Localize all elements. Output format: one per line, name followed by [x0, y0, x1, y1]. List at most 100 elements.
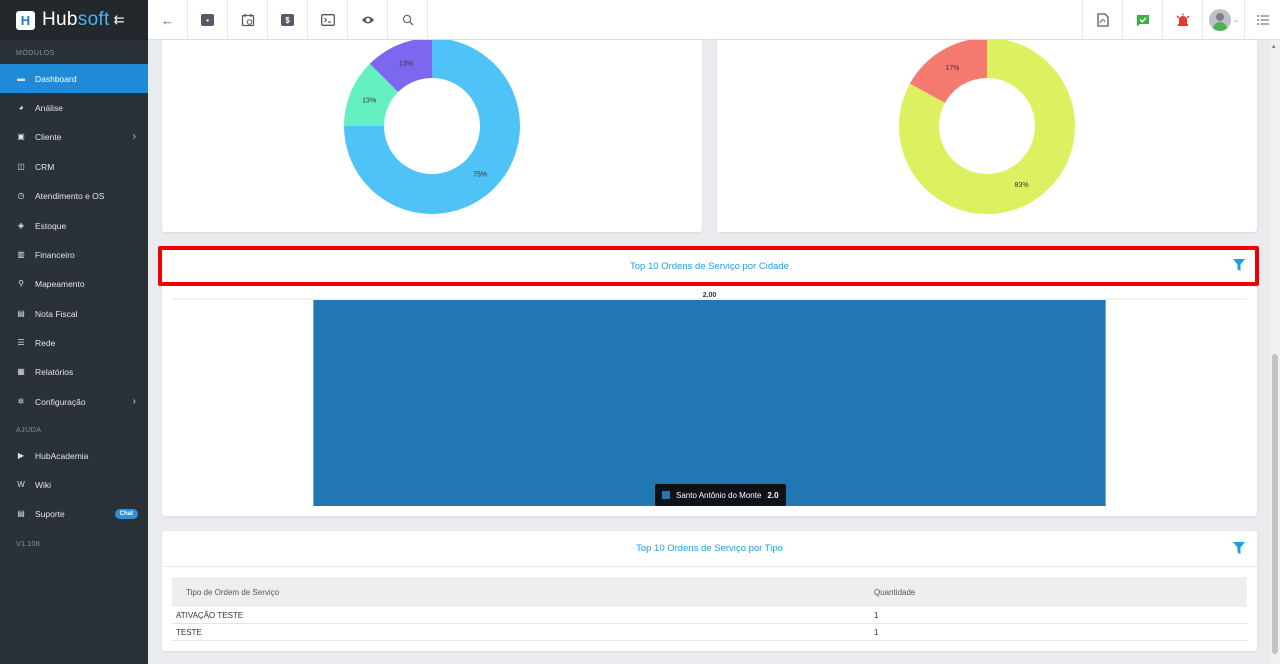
scroll-up-icon[interactable]: ▴	[1272, 42, 1276, 50]
pdf-icon	[1096, 13, 1109, 27]
sidebar-item-nota-fiscal[interactable]: ▤ Nota Fiscal	[0, 299, 148, 328]
chevron-right-icon: ›	[132, 396, 136, 407]
sidebar-item-relatorios[interactable]: ▦ Relatórios	[0, 357, 148, 386]
card-divider	[162, 566, 1257, 567]
back-arrow-icon: ←	[161, 12, 174, 28]
menu-list-button[interactable]	[1244, 0, 1280, 40]
chat-badge[interactable]: Chat	[114, 508, 138, 519]
search-button[interactable]	[388, 0, 428, 40]
money-icon: ▥	[17, 250, 25, 259]
sidebar-item-crm[interactable]: ◫ CRM	[0, 152, 148, 181]
city-bar-chart: 2.00	[172, 292, 1247, 506]
donut-left-slice-label-1: 13%	[362, 97, 376, 104]
eye-icon	[361, 16, 374, 24]
page-scrollbar[interactable]: ▴	[1270, 40, 1280, 664]
user-avatar	[1208, 9, 1231, 31]
alarm-icon	[1176, 13, 1189, 26]
donut-chart-right: 83% 17%	[899, 38, 1075, 215]
calendar-icon	[241, 14, 254, 27]
contacts-button[interactable]: ▪	[188, 0, 228, 40]
terminal-button[interactable]	[308, 0, 348, 40]
view-button[interactable]	[348, 0, 388, 40]
donut-left-slice-label-0: 75%	[473, 172, 487, 179]
city-chart-card: Top 10 Ordens de Serviço por Cidade 2.00…	[162, 250, 1257, 516]
youtube-icon: ▶	[17, 451, 25, 460]
cell-tipo: ATIVAÇÃO TESTE	[176, 610, 244, 620]
tooltip-value: 2.0	[767, 490, 779, 500]
wiki-icon: W	[17, 480, 25, 489]
donut-right-slice-label-0: 83%	[1015, 182, 1029, 189]
scrollbar-thumb[interactable]	[1272, 354, 1278, 654]
table-row: TESTE 1	[172, 624, 1247, 641]
sidebar: H Hubsoft ⇇ MÓDULOS ▬ Dashboard ◕ Anális…	[0, 0, 148, 664]
invoice-icon: ▤	[17, 309, 25, 318]
terminal-icon	[320, 14, 335, 26]
sidebar-item-mapeamento[interactable]: ⚲ Mapeamento	[0, 269, 148, 298]
bar-tooltip: Santo Antônio do Monte 2.0	[655, 484, 786, 506]
sidebar-item-financeiro[interactable]: ▥ Financeiro	[0, 240, 148, 269]
highlight-box	[158, 246, 1259, 286]
cell-quantidade: 1	[874, 610, 879, 620]
column-header-quantidade[interactable]: Quantidade	[874, 577, 915, 607]
donut-card-right: 83% 17%	[717, 38, 1257, 232]
bar-santo-antonio-do-monte[interactable]	[313, 300, 1106, 506]
finance-button[interactable]: $	[268, 0, 308, 40]
gear-icon: ✲	[17, 397, 25, 406]
alarm-button[interactable]	[1162, 0, 1202, 40]
chevron-down-icon: ⌄	[1232, 17, 1239, 24]
sidebar-item-estoque[interactable]: ◈ Estoque	[0, 211, 148, 240]
table-header: Tipo de Ordem de Serviço Quantidade	[172, 577, 1247, 607]
sidebar-item-dashboard[interactable]: ▬ Dashboard	[0, 64, 148, 93]
user-menu[interactable]: ⌄	[1202, 0, 1244, 40]
hubsoft-logo-icon: H	[16, 10, 35, 30]
sidebar-item-analise[interactable]: ◕ Análise	[0, 93, 148, 122]
sidebar-item-cliente[interactable]: ▣ Cliente ›	[0, 122, 148, 151]
messages-button[interactable]	[1122, 0, 1162, 40]
menu-list-icon	[1256, 15, 1269, 25]
report-icon: ▦	[17, 367, 25, 376]
sidebar-item-configuracao[interactable]: ✲ Configuração ›	[0, 387, 148, 416]
contact-icon: ▣	[17, 132, 25, 141]
top-toolbar: ← ▪ $ ⌄	[148, 0, 1280, 40]
dashboard-icon: ▬	[17, 74, 25, 83]
modules-section-label: MÓDULOS	[16, 50, 55, 57]
donut-right-slice-label-1: 17%	[945, 65, 959, 72]
tooltip-label: Santo Antônio do Monte	[676, 490, 762, 500]
donut-chart-left: 75% 13% 13%	[344, 38, 520, 214]
pdf-button[interactable]	[1082, 0, 1122, 40]
chevron-right-icon: ›	[132, 131, 136, 142]
app-logo[interactable]: H Hubsoft ⇇	[0, 0, 148, 40]
crm-icon: ◫	[17, 162, 25, 171]
server-icon: ☰	[17, 338, 25, 347]
help-section-label: AJUDA	[16, 427, 42, 434]
chat-check-icon	[1136, 14, 1149, 26]
filter-icon[interactable]	[1233, 542, 1245, 554]
cell-tipo: TESTE	[176, 627, 202, 637]
logo-text: Hubsoft	[42, 9, 110, 30]
menu-collapse-icon[interactable]: ⇇	[114, 12, 125, 28]
table-row: ATIVAÇÃO TESTE 1	[172, 607, 1247, 624]
sidebar-item-wiki[interactable]: W Wiki	[0, 470, 148, 499]
search-icon	[402, 14, 413, 26]
calendar-button[interactable]	[228, 0, 268, 40]
version-label: V1.108	[16, 539, 40, 548]
support-icon: ▤	[17, 509, 25, 518]
contact-card-icon: ▪	[201, 14, 214, 26]
map-pin-icon: ⚲	[18, 279, 24, 288]
column-header-tipo[interactable]: Tipo de Ordem de Serviço	[186, 577, 279, 607]
donut-left-slice-label-2: 13%	[399, 61, 413, 68]
sidebar-item-suporte[interactable]: ▤ Suporte Chat	[0, 499, 148, 528]
box-icon: ◈	[17, 221, 25, 230]
calendar-clock-icon: ◷	[17, 191, 25, 200]
donut-card-left: 75% 13% 13%	[162, 38, 702, 232]
cell-quantidade: 1	[874, 627, 879, 637]
legend-swatch	[662, 491, 670, 499]
dollar-icon: $	[281, 14, 294, 26]
bar-data-label: 2.00	[703, 292, 717, 299]
back-button[interactable]: ←	[148, 0, 188, 40]
sidebar-item-rede[interactable]: ☰ Rede	[0, 328, 148, 357]
chart-pie-icon: ◕	[18, 103, 24, 112]
sidebar-item-hubacademia[interactable]: ▶ HubAcademia	[0, 441, 148, 470]
type-table-title: Top 10 Ordens de Serviço por Tipo	[636, 543, 783, 554]
sidebar-item-atendimento[interactable]: ◷ Atendimento e OS	[0, 181, 148, 210]
